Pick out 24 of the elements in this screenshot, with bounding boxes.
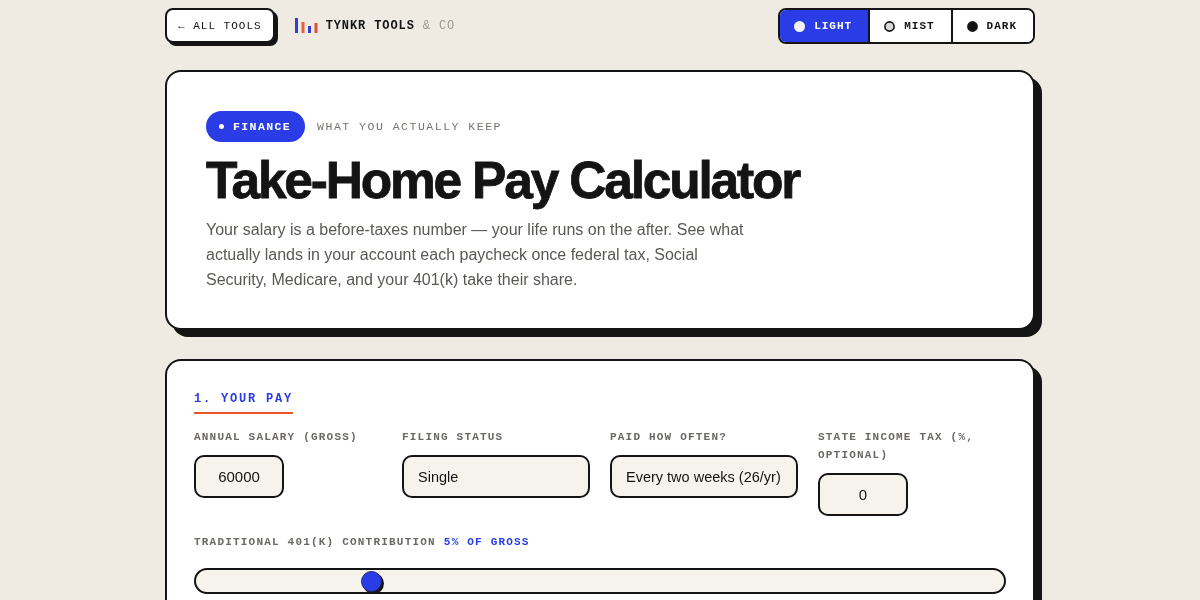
field-label: PAID HOW OFTEN?	[610, 430, 728, 445]
brand-suffix: & CO	[422, 18, 456, 33]
brand-name: TYNKR TOOLS	[325, 18, 415, 33]
theme-option[interactable]: DARK	[950, 10, 1033, 42]
slider-value: 5% OF GROSS	[443, 535, 530, 550]
page-title: Take-Home Pay Calculator	[206, 153, 800, 207]
slider-label: TRADITIONAL 401(K) CONTRIBUTION	[194, 535, 436, 550]
back-button[interactable]: ← ALL TOOLS	[165, 8, 275, 43]
field-label: STATE INCOME TAX (%, OPTIONAL)	[818, 430, 976, 463]
field-label: FILING STATUS	[402, 430, 504, 445]
bar-chart-icon	[294, 18, 318, 33]
dot-icon	[219, 124, 224, 129]
select-field[interactable]: Single	[402, 455, 590, 498]
input-field[interactable]: 0	[818, 473, 908, 516]
tagline: WHAT YOU ACTUALLY KEEP	[317, 120, 502, 133]
input-field[interactable]: 60000	[194, 455, 284, 498]
theme-option[interactable]: LIGHT	[780, 10, 869, 42]
slider-track[interactable]	[194, 568, 1006, 594]
badge-label: FINANCE	[233, 120, 292, 133]
select-field[interactable]: Every two weeks (26/yr)	[610, 455, 798, 498]
description: Your salary is a before-taxes number — your life runs on the after. See what actually lands in your account each paycheck once federal tax, Social Security, Medicare, and your 401(k) take their share.	[206, 220, 745, 290]
slider-thumb[interactable]	[361, 571, 383, 592]
section-title: 1. YOUR PAY	[194, 391, 293, 414]
field-label: ANNUAL SALARY (GROSS)	[194, 430, 358, 445]
